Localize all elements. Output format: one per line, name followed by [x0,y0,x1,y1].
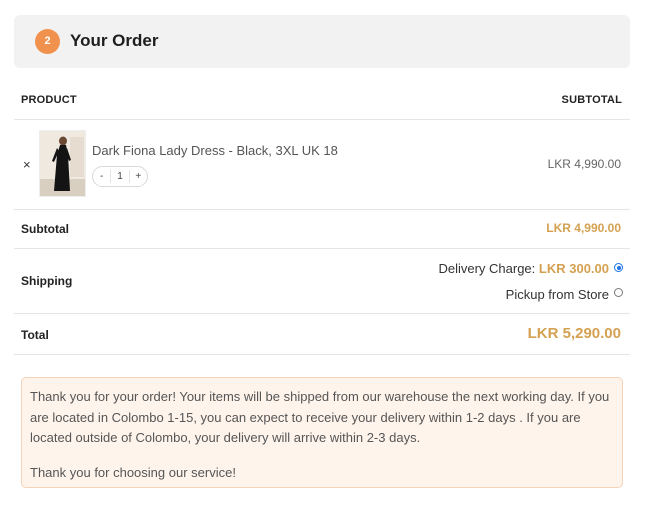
shipping-label: Shipping [21,274,73,288]
divider [14,354,630,355]
total-value: LKR 5,290.00 [527,325,621,342]
order-step-header: 2 Your Order [14,15,630,68]
pickup-label: Pickup from Store [505,287,609,302]
total-label: Total [21,328,49,342]
step-number-badge: 2 [35,29,60,54]
quantity-increase-button[interactable]: + [130,171,147,182]
delivery-charge-radio[interactable] [614,263,623,272]
quantity-value[interactable]: 1 [111,171,128,182]
divider [14,248,630,249]
divider [14,209,630,210]
notice-paragraph: Thank you for your order! Your items wil… [30,389,610,445]
shipping-notice: Thank you for your order! Your items wil… [21,377,623,488]
divider [14,119,630,120]
subtotal-value: LKR 4,990.00 [546,221,621,235]
notice-paragraph: Thank you for choosing our service! [30,464,236,480]
product-name-link[interactable]: Dark Fiona Lady Dress - Black, 3XL UK 18 [92,143,338,158]
pickup-option[interactable]: Pickup from Store [506,287,609,302]
item-subtotal: LKR 4,990.00 [547,157,621,171]
quantity-decrease-button[interactable]: - [93,171,110,182]
quantity-stepper: - 1 + [92,166,148,187]
delivery-charge-option[interactable]: Delivery Charge: LKR 300.00 [438,261,609,276]
delivery-charge-label: Delivery Charge: [438,261,536,276]
pickup-radio[interactable] [614,288,623,297]
product-thumbnail [39,130,86,197]
product-column-header: PRODUCT [21,94,77,106]
subtotal-column-header: SUBTOTAL [561,94,622,106]
remove-item-icon[interactable]: × [23,157,31,172]
divider [14,313,630,314]
section-title: Your Order [70,31,159,50]
subtotal-label: Subtotal [21,222,69,236]
delivery-charge-amount: LKR 300.00 [538,261,609,276]
